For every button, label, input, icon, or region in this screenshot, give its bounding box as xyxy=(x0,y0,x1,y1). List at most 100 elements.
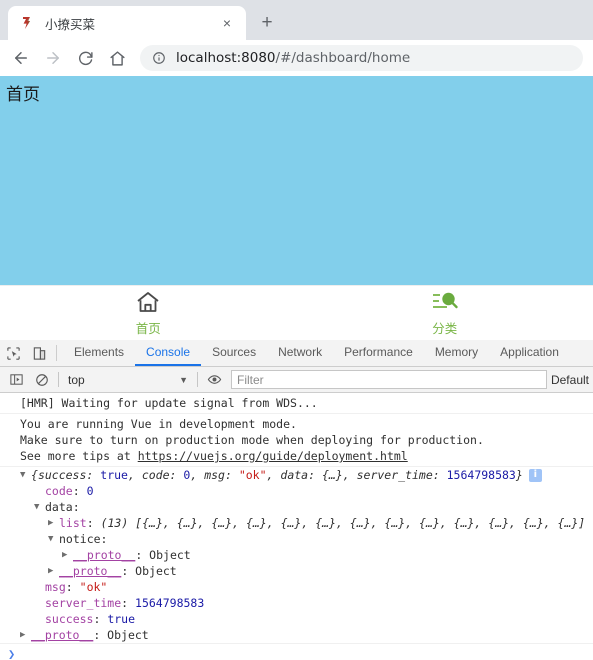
console-message-line: [HMR] Waiting for update signal from WDS… xyxy=(20,396,318,410)
property-key: success xyxy=(45,612,94,626)
object-property-row[interactable]: ▶ list: (13) [{…}, {…}, {…}, {…}, {…}, {…… xyxy=(0,515,593,531)
property-value: true xyxy=(107,612,136,626)
home-icon xyxy=(135,290,161,315)
property-value: 0 xyxy=(86,484,94,498)
vue-deployment-link[interactable]: https://vuejs.org/guide/deployment.html xyxy=(138,449,408,463)
info-circle-icon[interactable] xyxy=(152,51,167,65)
inspect-element-icon[interactable] xyxy=(0,340,26,366)
tabbar-item-home[interactable]: 首页 xyxy=(0,290,297,337)
js-context-value: top xyxy=(68,372,85,387)
tab-memory[interactable]: Memory xyxy=(424,340,489,366)
console-message[interactable]: You are running Vue in development mode.… xyxy=(0,414,593,467)
property-key: code xyxy=(45,484,73,498)
browser-tab[interactable]: 小撩买菜 × xyxy=(8,6,246,40)
clear-console-icon[interactable] xyxy=(29,367,54,392)
property-key: notice xyxy=(59,532,101,546)
browser-navbar: localhost:8080/#/dashboard/home xyxy=(0,40,593,76)
device-toolbar-icon[interactable] xyxy=(26,340,52,366)
sep: : xyxy=(100,532,108,546)
sep: : xyxy=(308,468,322,482)
address-bar[interactable]: localhost:8080/#/dashboard/home xyxy=(140,45,583,71)
console-message-text: See more tips at xyxy=(20,449,138,463)
tab-sources[interactable]: Sources xyxy=(201,340,267,366)
back-arrow-icon[interactable] xyxy=(6,43,36,73)
reload-icon[interactable] xyxy=(70,43,100,73)
property-key: __proto__ xyxy=(31,628,94,642)
summary-key: code xyxy=(141,468,170,482)
property-value: Object xyxy=(135,564,177,578)
info-icon[interactable]: i xyxy=(528,468,542,482)
forward-arrow-icon xyxy=(38,43,68,73)
object-proto-row[interactable]: ▶ __proto__: Object xyxy=(0,627,593,643)
summary-key: server_time xyxy=(356,468,433,482)
home-outline-icon[interactable] xyxy=(102,43,132,73)
object-property-row: msg: "ok" xyxy=(0,579,593,595)
tab-elements[interactable]: Elements xyxy=(63,340,135,366)
sep: : xyxy=(72,484,87,498)
disclosure-triangle-icon[interactable]: ▼ xyxy=(48,531,59,547)
tab-console[interactable]: Console xyxy=(135,340,202,366)
summary-value: {…} xyxy=(321,468,343,482)
property-key: data xyxy=(45,500,73,514)
execute-sidebar-icon[interactable] xyxy=(4,367,29,392)
sep: : xyxy=(121,596,136,610)
object-property-row[interactable]: ▼ data: xyxy=(0,499,593,515)
disclosure-triangle-icon[interactable]: ▶ xyxy=(48,563,59,579)
new-tab-button[interactable]: + xyxy=(250,6,284,40)
summary-value: "ok" xyxy=(238,468,267,482)
tab-performance[interactable]: Performance xyxy=(333,340,424,366)
sep: : xyxy=(224,468,239,482)
property-key: server_time xyxy=(45,596,122,610)
sep: : xyxy=(86,516,101,530)
tab-network[interactable]: Network xyxy=(267,340,333,366)
live-expression-icon[interactable] xyxy=(202,367,227,392)
toolbar-divider xyxy=(197,372,198,387)
devtools-tabstrip: Elements Console Sources Network Perform… xyxy=(0,340,593,367)
tabbar-label-home: 首页 xyxy=(135,320,161,336)
summary-key: data xyxy=(280,468,309,482)
property-key: __proto__ xyxy=(59,564,122,578)
url-host: localhost:8080 xyxy=(176,50,276,66)
object-property-row[interactable]: ▼ notice: xyxy=(0,531,593,547)
toolbar-divider xyxy=(56,345,57,361)
url-path: /#/dashboard/home xyxy=(275,50,411,66)
property-key: msg xyxy=(45,580,66,594)
sep: : xyxy=(135,548,150,562)
property-value: Object xyxy=(107,628,149,642)
object-property-row: code: 0 xyxy=(0,483,593,499)
app-bottom-tabbar: 首页 分类 xyxy=(0,285,593,340)
disclosure-triangle-icon[interactable]: ▶ xyxy=(20,627,31,643)
sep: : xyxy=(121,564,136,578)
console-output: [HMR] Waiting for update signal from WDS… xyxy=(0,393,593,660)
property-value: 1564798583 xyxy=(135,596,205,610)
brace-open: { xyxy=(31,468,38,482)
object-summary-row[interactable]: ▼{success: true, code: 0, msg: "ok", dat… xyxy=(0,467,593,483)
console-prompt[interactable]: ❯ xyxy=(0,643,593,660)
console-object-log[interactable]: ▼{success: true, code: 0, msg: "ok", dat… xyxy=(0,467,593,643)
object-property-row: server_time: 1564798583 xyxy=(0,595,593,611)
console-message-line: Make sure to turn on production mode whe… xyxy=(20,433,484,447)
console-levels-select[interactable]: Default xyxy=(551,370,593,389)
devtools-panel: Elements Console Sources Network Perform… xyxy=(0,340,593,660)
disclosure-triangle-icon[interactable]: ▶ xyxy=(48,515,59,531)
property-value: (13) [{…}, {…}, {…}, {…}, {…}, {…}, {…},… xyxy=(100,516,586,530)
disclosure-triangle-icon[interactable]: ▼ xyxy=(20,467,31,483)
page-viewport: 首页 首页 分类 xyxy=(0,76,593,340)
sep: : xyxy=(93,612,108,626)
tabbar-item-category[interactable]: 分类 xyxy=(297,290,593,337)
console-filter-input[interactable]: Filter xyxy=(231,370,547,389)
console-message[interactable]: [HMR] Waiting for update signal from WDS… xyxy=(0,393,593,414)
sep: : xyxy=(93,628,108,642)
summary-key: msg xyxy=(204,468,225,482)
sep: : xyxy=(65,580,80,594)
console-message-line: You are running Vue in development mode. xyxy=(20,417,297,431)
object-proto-row[interactable]: ▶ __proto__: Object xyxy=(0,563,593,579)
object-property-row: success: true xyxy=(0,611,593,627)
disclosure-triangle-icon[interactable]: ▼ xyxy=(34,499,45,515)
disclosure-triangle-icon[interactable]: ▶ xyxy=(62,547,73,563)
close-icon[interactable]: × xyxy=(216,12,238,34)
js-context-select[interactable]: top ▼ xyxy=(63,370,193,389)
category-search-icon xyxy=(430,290,460,315)
tab-application[interactable]: Application xyxy=(489,340,570,366)
object-proto-row[interactable]: ▶ __proto__: Object xyxy=(0,547,593,563)
